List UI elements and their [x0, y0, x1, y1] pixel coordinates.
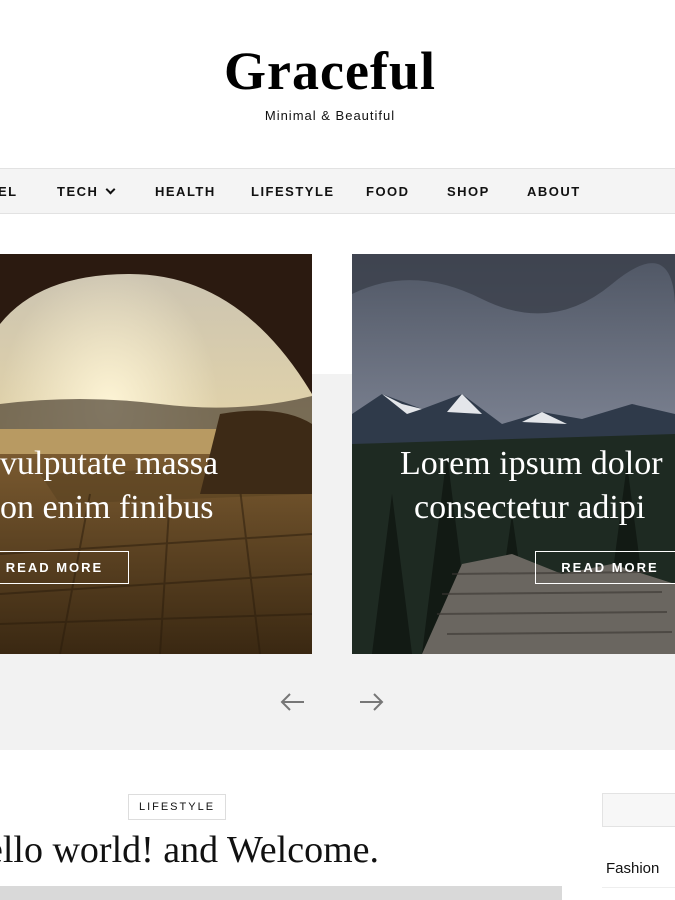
post-featured-image[interactable]	[0, 886, 562, 900]
nav-item-tech[interactable]: TECH	[57, 169, 116, 213]
slide-1-title-line2: on enim finibus	[0, 489, 214, 526]
post-category-tag[interactable]: LIFESTYLE	[128, 794, 226, 820]
slide-2-title[interactable]: Lorem ipsum dolor consectetur adipi	[400, 442, 675, 530]
slide-2-read-more-button[interactable]: READ MORE	[535, 551, 675, 584]
nav-item-food[interactable]: FOOD	[366, 169, 410, 213]
nav-item-shop[interactable]: SHOP	[447, 169, 490, 213]
nav-item-lifestyle[interactable]: LIFESTYLE	[251, 169, 335, 213]
slide-2[interactable]: Lorem ipsum dolor consectetur adipi READ…	[352, 254, 675, 654]
slide-1-title-line1: vulputate massa	[0, 445, 219, 482]
arrow-left-icon[interactable]	[278, 690, 308, 714]
site-tagline: Minimal & Beautiful	[264, 108, 396, 123]
site-logo[interactable]: Graceful	[0, 40, 660, 102]
nav-item-health[interactable]: HEALTH	[155, 169, 216, 213]
arrow-right-icon[interactable]	[356, 690, 386, 714]
slide-1-title[interactable]: vulputate massa on enim finibus	[0, 442, 312, 530]
nav-item-about[interactable]: ABOUT	[527, 169, 581, 213]
sidebar-category-item[interactable]: Fashion	[602, 846, 675, 888]
post-title[interactable]: ello world! and Welcome.	[0, 828, 379, 872]
slide-2-title-line2: consectetur adipi	[414, 489, 646, 526]
site-header: Graceful Minimal & Beautiful	[0, 0, 675, 168]
sidebar-search-input[interactable]	[602, 793, 675, 827]
nav-item-tech-label: TECH	[57, 184, 99, 199]
main-nav: EL TECH HEALTH LIFESTYLE FOOD SHOP ABOUT	[0, 168, 675, 214]
slide-1-read-more-button[interactable]: READ MORE	[0, 551, 129, 584]
chevron-down-icon	[105, 184, 116, 195]
slide-1[interactable]: vulputate massa on enim finibus READ MOR…	[0, 254, 312, 654]
slide-2-title-line1: Lorem ipsum dolor	[400, 445, 663, 482]
nav-item-travel[interactable]: EL	[0, 169, 18, 213]
